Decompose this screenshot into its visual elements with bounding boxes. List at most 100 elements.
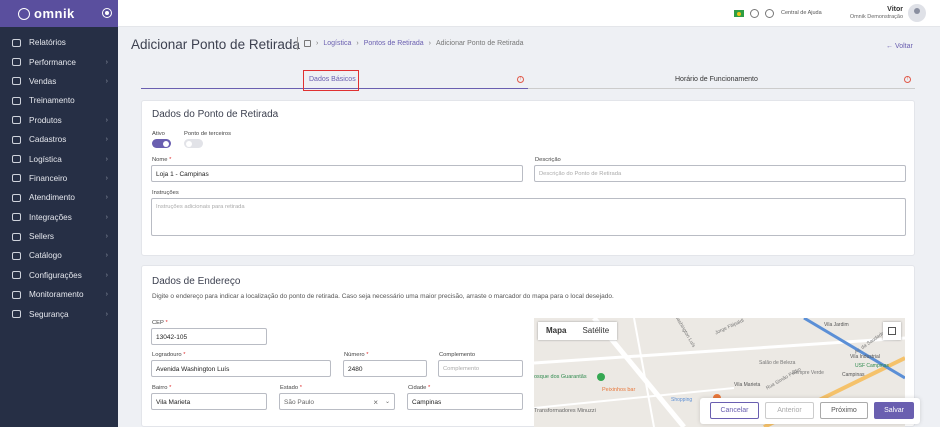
breadcrumb: › Logística › Pontos de Retirada › Adici…	[304, 40, 524, 47]
sidebar-item-seguranca[interactable]: Segurança ›	[0, 304, 118, 323]
settings-icon	[12, 271, 21, 280]
map-label: Salão de Beleza	[759, 360, 796, 366]
chevron-right-icon: ›	[105, 310, 108, 318]
sidebar-item-relatorios[interactable]: Relatórios	[0, 33, 118, 52]
instructions-textarea[interactable]: Instruções adicionais para retirada	[151, 198, 906, 236]
brazil-flag-icon[interactable]	[734, 10, 744, 17]
topbar: Central de Ajuda Vitor Omnik Demonstraçã…	[118, 0, 940, 27]
city-input[interactable]: Campinas	[407, 393, 523, 410]
dollar-icon	[12, 174, 21, 183]
truck-icon	[12, 155, 21, 164]
map-label: USF Campinas	[855, 363, 889, 369]
toggle-knob	[186, 140, 192, 147]
state-select[interactable]: São Paulo × ⌄	[279, 393, 395, 410]
description-label: Descrição	[535, 157, 561, 163]
number-label: Número *	[344, 352, 369, 358]
tab-horario[interactable]: Horário de Funcionamento !	[528, 69, 915, 89]
home-icon[interactable]	[304, 40, 311, 47]
map-tab-map[interactable]: Mapa	[538, 322, 574, 340]
help-icon[interactable]	[765, 9, 774, 18]
map-label: Vila Industrial	[850, 354, 880, 360]
breadcrumb-pontos[interactable]: Pontos de Retirada	[364, 40, 424, 47]
sidebar-toggle-icon[interactable]	[102, 8, 112, 18]
avatar[interactable]	[908, 4, 926, 22]
sidebar-item-atendimento[interactable]: Atendimento ›	[0, 188, 118, 207]
bar-chart-icon	[12, 38, 21, 47]
user-org: Omnik Demonstração	[849, 14, 903, 20]
map-label: Peixinhos bar	[602, 387, 636, 393]
active-toggle[interactable]	[152, 139, 171, 148]
district-label: Bairro *	[152, 385, 172, 391]
chevron-right-icon: ›	[105, 136, 108, 144]
chevron-right-icon: ›	[105, 58, 108, 66]
folder-icon	[12, 135, 21, 144]
logo-bar: omnik	[0, 0, 118, 27]
name-input[interactable]: Loja 1 - Campinas	[151, 165, 523, 182]
third-party-label: Ponto de terceiros	[184, 131, 232, 137]
breadcrumb-sep: ›	[316, 40, 319, 47]
street-label: Logradouro *	[152, 352, 186, 358]
fullscreen-icon[interactable]	[883, 322, 901, 340]
sidebar-item-configuracoes[interactable]: Configurações ›	[0, 266, 118, 285]
complement-input[interactable]: Complemento	[438, 360, 523, 377]
sidebar-item-sellers[interactable]: Sellers ›	[0, 227, 118, 246]
sidebar-item-label: Monitoramento	[29, 290, 84, 300]
address-help-text: Digite o endereço para indicar a localiz…	[152, 293, 614, 300]
chevron-down-icon[interactable]: ⌄	[385, 398, 390, 405]
sidebar-item-monitoramento[interactable]: Monitoramento ›	[0, 285, 118, 304]
save-button[interactable]: Salvar	[874, 402, 914, 419]
sidebar-item-label: Cadastros	[29, 135, 67, 145]
map-label: Vila Jardim	[824, 322, 849, 328]
action-bar: Cancelar Anterior Próximo Salvar	[700, 398, 920, 424]
breadcrumb-sep: ›	[356, 40, 359, 47]
sidebar-item-integracoes[interactable]: Integrações ›	[0, 208, 118, 227]
map-label: Campinas	[842, 372, 865, 378]
street-input[interactable]: Avenida Washington Luís	[151, 360, 331, 377]
name-label-text: Nome	[152, 157, 168, 163]
sidebar-item-label: Segurança	[29, 309, 69, 319]
chevron-right-icon: ›	[105, 233, 108, 241]
basic-data-card: Dados do Ponto de Retirada Ativo Ponto d…	[141, 100, 915, 256]
map-tab-satellite[interactable]: Satélite	[574, 322, 617, 340]
city-label: Cidade *	[408, 385, 431, 391]
state-value: São Paulo	[284, 399, 314, 406]
monitor-icon	[12, 290, 21, 299]
sidebar-item-label: Catálogo	[29, 251, 62, 261]
breadcrumb-current: Adicionar Ponto de Retirada	[436, 40, 524, 47]
search-icon[interactable]	[750, 9, 759, 18]
third-party-toggle[interactable]	[184, 139, 203, 148]
back-link[interactable]: ← Voltar	[886, 43, 913, 50]
next-button[interactable]: Próximo	[820, 402, 868, 419]
sidebar-item-vendas[interactable]: Vendas ›	[0, 72, 118, 91]
clear-icon[interactable]: ×	[373, 398, 378, 407]
chevron-right-icon: ›	[105, 116, 108, 124]
district-input[interactable]: Vila Marieta	[151, 393, 267, 410]
cart-icon	[12, 77, 21, 86]
sidebar-item-catalogo[interactable]: Catálogo ›	[0, 246, 118, 265]
sidebar-item-treinamento[interactable]: Treinamento	[0, 91, 118, 110]
sidebar-item-logistica[interactable]: Logística ›	[0, 149, 118, 168]
description-input[interactable]: Descrição do Ponto de Retirada	[534, 165, 906, 182]
previous-button[interactable]: Anterior	[765, 402, 814, 419]
sidebar-item-cadastros[interactable]: Cadastros ›	[0, 130, 118, 149]
number-input[interactable]: 2480	[343, 360, 427, 377]
book-icon	[12, 96, 21, 105]
title-divider	[297, 37, 298, 50]
map-label: Sempre Verde	[792, 370, 824, 376]
logo-text: omnik	[34, 6, 75, 21]
district-label-text: Bairro	[152, 385, 168, 391]
user-name: Vitor	[887, 6, 903, 13]
headset-icon	[12, 193, 21, 202]
sidebar-item-label: Performance	[29, 57, 76, 67]
cep-input[interactable]: 13042-105	[151, 328, 267, 345]
sidebar-item-performance[interactable]: Performance ›	[0, 52, 118, 71]
help-link[interactable]: Central de Ajuda	[781, 10, 822, 16]
sidebar-item-produtos[interactable]: Produtos ›	[0, 111, 118, 130]
sidebar-item-label: Logística	[29, 154, 62, 164]
sidebar-item-financeiro[interactable]: Financeiro ›	[0, 169, 118, 188]
chevron-right-icon: ›	[105, 77, 108, 85]
tab-highlight-box	[303, 70, 359, 91]
cancel-button[interactable]: Cancelar	[710, 402, 759, 419]
breadcrumb-logistica[interactable]: Logística	[323, 40, 351, 47]
sidebar-item-label: Relatórios	[29, 38, 66, 48]
